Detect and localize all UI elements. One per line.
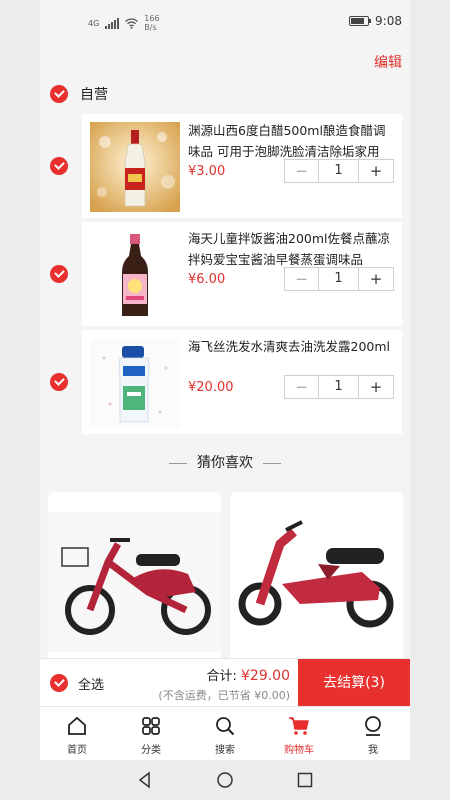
tab-category[interactable]: 分类 [114, 707, 188, 760]
cart-item-card: 海天儿童拌饭酱油200ml佐餐点蘸凉拌妈爱宝宝酱油早餐蒸蛋调味品 ¥6.00 −… [82, 222, 402, 326]
select-all-checkbox[interactable] [50, 674, 68, 692]
soy-sauce-bottle-image[interactable] [90, 230, 180, 320]
quantity-stepper: − 1 + [284, 159, 394, 183]
recommend-card[interactable] [48, 492, 221, 662]
quantity-stepper: − 1 + [284, 267, 394, 291]
decrease-button[interactable]: − [285, 376, 319, 398]
vinegar-bottle-image[interactable] [90, 122, 180, 212]
tab-label: 我 [368, 745, 378, 756]
cart-item-card: 渊源山西6度白醋500ml酿造食醋调味品 可用于泡脚洗脸清洁除垢家用 ¥3.00… [82, 114, 402, 218]
select-all-label[interactable]: 全选 [78, 674, 104, 693]
cart-item: 海天儿童拌饭酱油200ml佐餐点蘸凉拌妈爱宝宝酱油早餐蒸蛋调味品 ¥6.00 −… [40, 222, 410, 326]
item-title[interactable]: 渊源山西6度白醋500ml酿造食醋调味品 可用于泡脚洗脸清洁除垢家用 [188, 120, 394, 162]
status-left: 4G 166 B/s [88, 14, 160, 32]
electric-motorbike-image [230, 492, 403, 662]
system-nav-bar [0, 760, 450, 800]
store-checkbox[interactable] [50, 85, 68, 103]
back-icon[interactable] [136, 771, 154, 789]
home-icon [68, 716, 86, 735]
total-value: ¥29.00 [241, 668, 290, 684]
total-row: 合计: ¥29.00 [206, 665, 290, 684]
network-speed: 166 B/s [144, 14, 159, 32]
recommend-heading: 猜你喜欢 [40, 452, 410, 472]
store-header: 自营 [50, 84, 108, 104]
speed-unit: B/s [144, 23, 157, 32]
status-time: 9:08 [375, 14, 402, 28]
recommend-card[interactable] [230, 492, 403, 662]
signal-icon [105, 17, 120, 29]
item-checkbox[interactable] [50, 265, 68, 283]
user-icon [365, 716, 381, 736]
electric-scooter-image [48, 492, 221, 662]
status-right: 9:08 [349, 14, 402, 28]
cart-item-card: 海飞丝洗发水清爽去油洗发露200ml ¥20.00 − 1 + [82, 330, 402, 434]
battery-icon [349, 16, 372, 26]
store-name: 自营 [80, 87, 108, 103]
recents-icon[interactable] [296, 771, 314, 789]
tab-cart[interactable]: 购物车 [262, 707, 336, 760]
tab-label: 分类 [141, 745, 161, 756]
shampoo-bottle-image[interactable] [90, 338, 180, 428]
quantity-field[interactable]: 1 [319, 376, 359, 398]
item-title[interactable]: 海飞丝洗发水清爽去油洗发露200ml [188, 336, 394, 357]
quantity-field[interactable]: 1 [319, 268, 359, 290]
decrease-button[interactable]: − [285, 268, 319, 290]
search-icon [216, 717, 235, 736]
checkout-bar: 全选 合计: ¥29.00 (不含运费，已节省 ¥0.00) 去结算(3) [40, 658, 410, 707]
category-icon [142, 717, 160, 735]
wifi-icon [125, 17, 139, 29]
tab-home[interactable]: 首页 [40, 707, 114, 760]
checkout-button[interactable]: 去结算(3) [298, 659, 410, 707]
fee-note: (不含运费，已节省 ¥0.00) [158, 689, 290, 702]
decrease-button[interactable]: − [285, 160, 319, 182]
total-label: 合计: [206, 669, 237, 684]
tab-label: 购物车 [284, 745, 314, 756]
tab-bar: 首页 分类 搜索 购物车 我 [40, 706, 410, 760]
status-bar: 4G 166 B/s 9:08 [40, 0, 410, 44]
cart-icon [289, 717, 309, 735]
speed-value: 166 [144, 14, 160, 23]
cart-item: 海飞丝洗发水清爽去油洗发露200ml ¥20.00 − 1 + [40, 330, 410, 434]
quantity-field[interactable]: 1 [319, 160, 359, 182]
item-checkbox[interactable] [50, 373, 68, 391]
tab-me[interactable]: 我 [336, 707, 410, 760]
item-checkbox[interactable] [50, 157, 68, 175]
tab-label: 首页 [67, 745, 87, 756]
item-title[interactable]: 海天儿童拌饭酱油200ml佐餐点蘸凉拌妈爱宝宝酱油早餐蒸蛋调味品 [188, 228, 394, 270]
item-price: ¥20.00 [188, 380, 234, 395]
home-circle-icon[interactable] [216, 771, 234, 789]
network-label: 4G [88, 18, 100, 28]
tab-label: 搜索 [215, 745, 235, 756]
increase-button[interactable]: + [359, 376, 393, 398]
quantity-stepper: − 1 + [284, 375, 394, 399]
increase-button[interactable]: + [359, 160, 393, 182]
cart-page: 编辑 自营 渊源山西6度白醋500ml酿造食醋调味品 可用于泡脚洗脸清洁除垢家用 [40, 44, 410, 706]
increase-button[interactable]: + [359, 268, 393, 290]
tab-search[interactable]: 搜索 [188, 707, 262, 760]
cart-item: 渊源山西6度白醋500ml酿造食醋调味品 可用于泡脚洗脸清洁除垢家用 ¥3.00… [40, 114, 410, 218]
item-price: ¥3.00 [188, 164, 226, 179]
item-price: ¥6.00 [188, 272, 226, 287]
edit-button[interactable]: 编辑 [374, 52, 402, 72]
